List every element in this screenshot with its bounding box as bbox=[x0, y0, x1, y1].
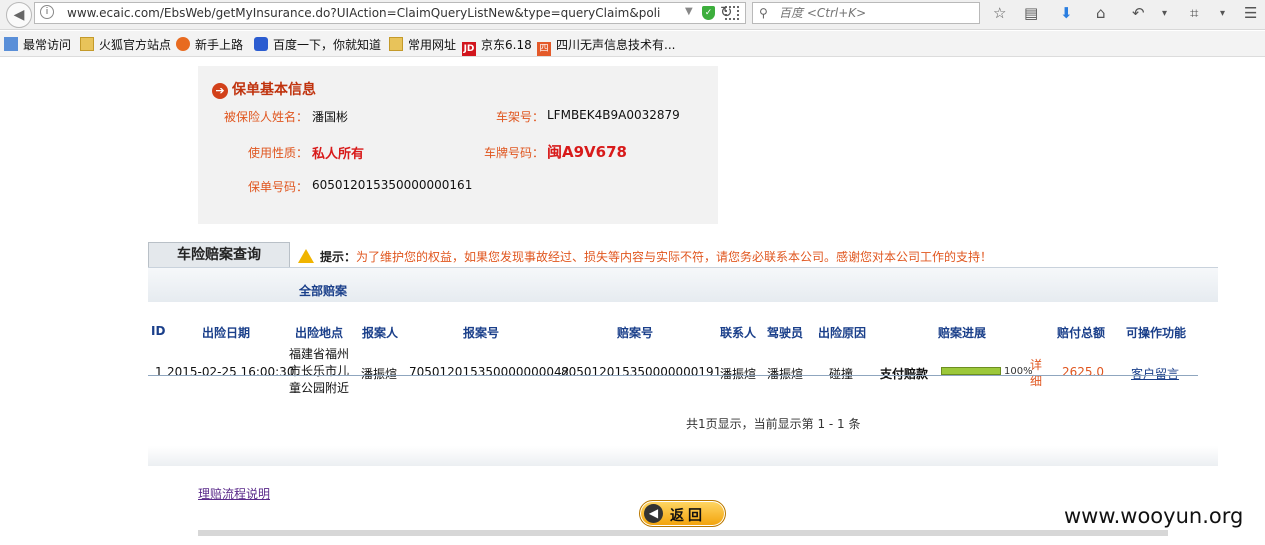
back-button-label: 返回 bbox=[670, 508, 706, 524]
reload-icon[interactable]: ↻ bbox=[720, 3, 733, 21]
site-icon: 四 bbox=[537, 42, 551, 56]
customer-message-link[interactable]: 客户留言 bbox=[1131, 365, 1179, 382]
progress-bar bbox=[941, 367, 1001, 375]
cell-date: 2015-02-25 16:00:30 bbox=[167, 365, 295, 379]
cell-reporter: 潘振煊 bbox=[361, 367, 398, 381]
col-header-actions: 可操作功能 bbox=[1126, 326, 1187, 340]
cell-claim-no: 805012015350000000191 bbox=[561, 365, 722, 379]
col-header-report-no: 报案号 bbox=[463, 326, 500, 340]
insured-name-value: 潘国彬 bbox=[312, 110, 349, 124]
crop-icon[interactable]: ⌗ bbox=[1190, 4, 1198, 22]
bookmark-sichuan[interactable]: 四四川无声信息技术有... bbox=[537, 36, 675, 56]
bookmark-common-sites[interactable]: 常用网址 bbox=[389, 36, 456, 53]
col-header-contact: 联系人 bbox=[720, 326, 757, 340]
star-icon[interactable]: ☆ bbox=[993, 4, 1006, 22]
firefox-icon bbox=[176, 37, 190, 51]
cell-contact: 潘振煊 bbox=[720, 367, 757, 381]
col-header-location: 出险地点 bbox=[295, 326, 344, 340]
plate-label: 车牌号码： bbox=[483, 146, 544, 160]
undo-icon[interactable]: ↶ bbox=[1132, 4, 1145, 22]
insured-name-label: 被保险人姓名： bbox=[223, 110, 308, 124]
bookmark-firefox-site[interactable]: 火狐官方站点 bbox=[80, 36, 171, 53]
bookmark-most-visited[interactable]: 最常访问 bbox=[4, 36, 71, 53]
tab-claim-query[interactable]: 车险赔案查询 bbox=[148, 242, 290, 268]
shield-icon[interactable]: ✓ bbox=[702, 6, 715, 20]
tip-label: 提示： bbox=[320, 250, 357, 264]
bookmark-label: 百度一下，你就知道 bbox=[273, 38, 382, 52]
undo-dropdown-icon[interactable]: ▾ bbox=[1162, 8, 1167, 19]
download-icon[interactable]: ⬇ bbox=[1060, 4, 1073, 22]
pagination-info: 共1页显示，当前显示第 1 - 1 条 bbox=[686, 417, 861, 431]
col-header-date: 出险日期 bbox=[202, 326, 251, 340]
back-button[interactable]: ◀ 返回 bbox=[639, 500, 726, 527]
cell-amount: 2625.0 bbox=[1062, 365, 1104, 379]
bottom-divider bbox=[198, 530, 1168, 536]
jd-icon: JD bbox=[462, 42, 476, 56]
col-header-amount: 赔付总额 bbox=[1057, 326, 1106, 340]
bookmark-label: 京东6.18 bbox=[481, 38, 532, 52]
claim-process-link[interactable]: 理赔流程说明 bbox=[198, 485, 270, 502]
crop-dropdown-icon[interactable]: ▾ bbox=[1220, 8, 1225, 19]
policy-no-value: 605012015350000000161 bbox=[312, 178, 473, 192]
bookmark-label: 新手上路 bbox=[195, 38, 244, 52]
plate-value: 闽A9V678 bbox=[547, 143, 627, 161]
back-arrow-icon: ◀ bbox=[644, 504, 663, 523]
col-header-driver: 驾驶员 bbox=[767, 326, 804, 340]
baidu-paw-icon bbox=[254, 37, 268, 51]
tip-text: 为了维护您的权益，如果您发现事故经过、损失等内容与实际不符，请您务必联系本公司。… bbox=[356, 250, 993, 264]
search-input[interactable] bbox=[779, 5, 975, 21]
table-footer-band bbox=[148, 446, 1218, 466]
detail-link[interactable]: 详细 bbox=[1030, 357, 1044, 389]
col-header-progress: 赔案进展 bbox=[938, 326, 987, 340]
back-arrow-icon[interactable]: ◀ bbox=[6, 2, 32, 28]
bookmark-label: 火狐官方站点 bbox=[99, 38, 172, 52]
reading-list-icon[interactable]: ▤ bbox=[1024, 4, 1038, 22]
bookmark-label: 四川无声信息技术有... bbox=[556, 38, 676, 52]
policy-info-panel: ➔ 保单基本信息 被保险人姓名： 潘国彬 车架号： LFMBEK4B9A00328… bbox=[198, 66, 718, 224]
cell-location: 福建省福州市长乐市儿童公园附近 bbox=[288, 347, 349, 395]
cell-report-no: 705012015350000000042 bbox=[409, 365, 570, 379]
address-bar[interactable]: i www.ecaic.com/EbsWeb/getMyInsurance.do… bbox=[34, 2, 746, 24]
bookmark-label: 常用网址 bbox=[408, 38, 457, 52]
cell-driver: 潘振煊 bbox=[767, 367, 804, 381]
vin-value: LFMBEK4B9A0032879 bbox=[547, 108, 680, 122]
col-header-reporter: 报案人 bbox=[362, 326, 399, 340]
bookmark-icon bbox=[4, 37, 18, 51]
col-header-id: ID bbox=[151, 324, 166, 338]
cell-cause: 碰撞 bbox=[829, 367, 854, 381]
menu-icon[interactable]: ☰ bbox=[1244, 4, 1257, 22]
folder-icon bbox=[389, 37, 403, 51]
info-icon[interactable]: i bbox=[40, 5, 54, 19]
arrow-right-icon: ➔ bbox=[212, 83, 228, 99]
dropdown-arrow-icon[interactable]: ▼ bbox=[685, 6, 693, 17]
search-bar[interactable]: ⚲ bbox=[752, 2, 980, 24]
policy-heading: ➔ 保单基本信息 bbox=[212, 79, 316, 99]
vin-label: 车架号： bbox=[495, 110, 544, 124]
col-header-claim-no: 赔案号 bbox=[617, 326, 654, 340]
bookmark-baidu[interactable]: 百度一下，你就知道 bbox=[254, 36, 381, 53]
col-header-cause: 出险原因 bbox=[818, 326, 867, 340]
usage-value: 私人所有 bbox=[312, 147, 365, 162]
policy-no-label: 保单号码： bbox=[247, 180, 308, 194]
folder-icon bbox=[80, 37, 94, 51]
bookmark-label: 最常访问 bbox=[23, 38, 72, 52]
bookmark-getting-started[interactable]: 新手上路 bbox=[176, 36, 243, 53]
tab-all-claims[interactable]: 全部赔案 bbox=[299, 282, 347, 299]
bookmarks-bar: 最常访问 火狐官方站点 新手上路 百度一下，你就知道 常用网址 JD 京东6.18… bbox=[0, 31, 1265, 57]
cell-id: 1 bbox=[155, 365, 163, 379]
watermark: www.wooyun.org bbox=[1060, 504, 1248, 528]
warning-icon bbox=[298, 249, 314, 263]
cell-progress-status: 支付赔款 bbox=[880, 367, 929, 381]
browser-toolbar: ◀ i www.ecaic.com/EbsWeb/getMyInsurance.… bbox=[0, 0, 1265, 30]
url-text[interactable]: www.ecaic.com/EbsWeb/getMyInsurance.do?U… bbox=[67, 6, 679, 20]
home-icon[interactable]: ⌂ bbox=[1096, 4, 1106, 22]
row-divider bbox=[148, 375, 1198, 376]
usage-label: 使用性质： bbox=[247, 146, 308, 160]
policy-heading-text: 保单基本信息 bbox=[232, 82, 316, 98]
search-icon: ⚲ bbox=[759, 6, 768, 20]
tip-message: 提示：为了维护您的权益，如果您发现事故经过、损失等内容与实际不符，请您务必联系本… bbox=[298, 248, 992, 265]
bookmark-jd[interactable]: JD 京东6.18 bbox=[462, 36, 532, 56]
